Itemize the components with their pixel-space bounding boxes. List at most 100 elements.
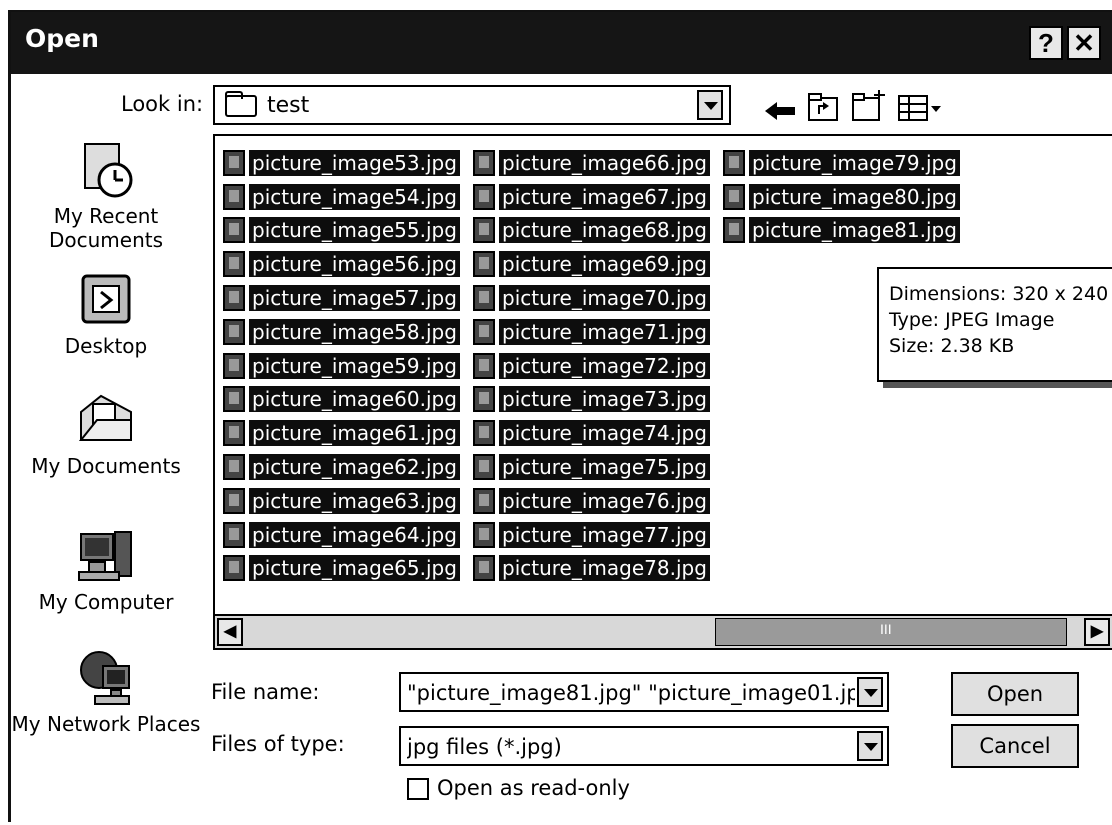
desktop-icon xyxy=(77,270,135,328)
file-name: picture_image56.jpg xyxy=(249,251,460,278)
file-info-tooltip: Dimensions: 320 x 240 Type: JPEG Image S… xyxy=(877,267,1112,382)
file-item[interactable]: picture_image57.jpg xyxy=(223,281,460,315)
file-name: picture_image80.jpg xyxy=(749,183,960,210)
file-item[interactable]: picture_image62.jpg xyxy=(223,450,460,484)
title-bar: Open ? ✕ xyxy=(11,12,1112,74)
file-item[interactable]: picture_image71.jpg xyxy=(473,315,710,349)
jpeg-file-icon xyxy=(223,420,245,447)
back-arrow-icon[interactable] xyxy=(763,100,797,122)
file-name: picture_image74.jpg xyxy=(499,420,710,447)
file-item[interactable]: picture_image65.jpg xyxy=(223,552,460,586)
place-network-places[interactable]: My Network Places xyxy=(11,648,201,736)
jpeg-file-icon xyxy=(223,487,245,514)
file-item[interactable]: picture_image66.jpg xyxy=(473,146,710,180)
file-item[interactable]: picture_image56.jpg xyxy=(223,247,460,281)
file-name: picture_image72.jpg xyxy=(499,352,710,379)
tooltip-dimensions: Dimensions: 320 x 240 xyxy=(889,283,1109,305)
cancel-button[interactable]: Cancel xyxy=(951,724,1079,768)
jpeg-file-icon xyxy=(473,487,495,514)
place-desktop[interactable]: Desktop xyxy=(11,270,201,358)
file-name: picture_image64.jpg xyxy=(249,521,460,548)
file-item[interactable]: picture_image75.jpg xyxy=(473,450,710,484)
views-menu-icon[interactable] xyxy=(897,94,943,122)
place-label: My Computer xyxy=(38,590,174,614)
file-name: picture_image70.jpg xyxy=(499,285,710,312)
jpeg-file-icon xyxy=(473,149,495,176)
new-folder-icon[interactable] xyxy=(851,88,887,124)
help-button[interactable]: ? xyxy=(1029,26,1063,60)
jpeg-file-icon xyxy=(223,251,245,278)
file-item[interactable]: picture_image63.jpg xyxy=(223,484,460,518)
jpeg-file-icon xyxy=(223,217,245,244)
place-recent-documents[interactable]: My Recent Documents xyxy=(11,140,201,252)
look-in-dropdown[interactable]: test xyxy=(213,85,731,125)
file-name: picture_image62.jpg xyxy=(249,454,460,481)
chevron-down-icon[interactable] xyxy=(697,90,723,120)
file-item[interactable]: picture_image55.jpg xyxy=(223,214,460,248)
jpeg-file-icon xyxy=(723,217,745,244)
my-computer-icon xyxy=(77,526,135,584)
tooltip-size: Size: 2.38 KB xyxy=(889,335,1015,357)
scroll-thumb[interactable]: III xyxy=(715,618,1067,646)
file-item[interactable]: picture_image60.jpg xyxy=(223,383,460,417)
jpeg-file-icon xyxy=(473,285,495,312)
file-item[interactable]: picture_image81.jpg xyxy=(723,214,960,248)
jpeg-file-icon xyxy=(473,217,495,244)
look-in-label: Look in: xyxy=(121,92,204,116)
open-button[interactable]: Open xyxy=(951,672,1079,716)
up-folder-icon[interactable] xyxy=(807,92,839,124)
file-item[interactable]: picture_image68.jpg xyxy=(473,214,710,248)
jpeg-file-icon xyxy=(723,149,745,176)
place-label: My Documents xyxy=(31,454,181,478)
file-item[interactable]: picture_image79.jpg xyxy=(723,146,960,180)
jpeg-file-icon xyxy=(473,420,495,447)
folder-icon xyxy=(225,91,257,117)
file-item[interactable]: picture_image61.jpg xyxy=(223,416,460,450)
file-item[interactable]: picture_image73.jpg xyxy=(473,383,710,417)
jpeg-file-icon xyxy=(223,555,245,582)
file-name: picture_image73.jpg xyxy=(499,386,710,413)
file-name: picture_image76.jpg xyxy=(499,487,710,514)
file-name-label: File name: xyxy=(211,680,320,704)
close-button[interactable]: ✕ xyxy=(1067,26,1101,60)
chevron-down-icon[interactable] xyxy=(857,731,883,761)
files-of-type-label: Files of type: xyxy=(211,732,345,756)
file-name: picture_image68.jpg xyxy=(499,217,710,244)
jpeg-file-icon xyxy=(223,454,245,481)
file-item[interactable]: picture_image54.jpg xyxy=(223,180,460,214)
chevron-down-icon[interactable] xyxy=(857,677,883,707)
look-in-value: test xyxy=(267,93,310,118)
file-column: picture_image66.jpg picture_image67.jpgpi… xyxy=(473,146,710,585)
horizontal-scrollbar[interactable]: ◀ III ▶ xyxy=(215,614,1112,648)
file-item[interactable]: picture_image58.jpg xyxy=(223,315,460,349)
place-my-documents[interactable]: My Documents xyxy=(11,390,201,478)
file-item[interactable]: picture_image67.jpg xyxy=(473,180,710,214)
file-item[interactable]: picture_image69.jpg xyxy=(473,247,710,281)
files-of-type-dropdown[interactable]: jpg files (*.jpg) xyxy=(399,726,889,766)
jpeg-file-icon xyxy=(223,285,245,312)
file-name-input[interactable]: "picture_image81.jpg" "picture_image01.j… xyxy=(399,672,889,712)
file-item[interactable]: picture_image74.jpg xyxy=(473,416,710,450)
file-item[interactable]: picture_image76.jpg xyxy=(473,484,710,518)
jpeg-file-icon xyxy=(223,521,245,548)
tooltip-type: Type: JPEG Image xyxy=(889,309,1055,331)
file-name: picture_image60.jpg xyxy=(249,386,460,413)
file-name: picture_image59.jpg xyxy=(249,352,460,379)
file-item[interactable]: picture_image59.jpg xyxy=(223,349,460,383)
file-name: picture_image63.jpg xyxy=(249,487,460,514)
place-my-computer[interactable]: My Computer xyxy=(11,526,201,614)
file-list[interactable]: picture_image53.jpg picture_image54.jpg pi… xyxy=(213,134,1112,650)
file-item[interactable]: picture_image77.jpg xyxy=(473,518,710,552)
file-item[interactable]: picture_image72.jpg xyxy=(473,349,710,383)
scroll-left-arrow-icon[interactable]: ◀ xyxy=(217,618,243,646)
file-item[interactable]: picture_image53.jpg xyxy=(223,146,460,180)
file-item[interactable]: picture_image80.jpg xyxy=(723,180,960,214)
window-title: Open xyxy=(25,24,99,53)
file-item[interactable]: picture_image64.jpg xyxy=(223,518,460,552)
file-item[interactable]: picture_image70.jpg xyxy=(473,281,710,315)
jpeg-file-icon xyxy=(473,521,495,548)
read-only-checkbox[interactable] xyxy=(407,778,429,800)
scroll-right-arrow-icon[interactable]: ▶ xyxy=(1084,618,1110,646)
jpeg-file-icon xyxy=(223,149,245,176)
file-item[interactable]: picture_image78.jpg xyxy=(473,552,710,586)
